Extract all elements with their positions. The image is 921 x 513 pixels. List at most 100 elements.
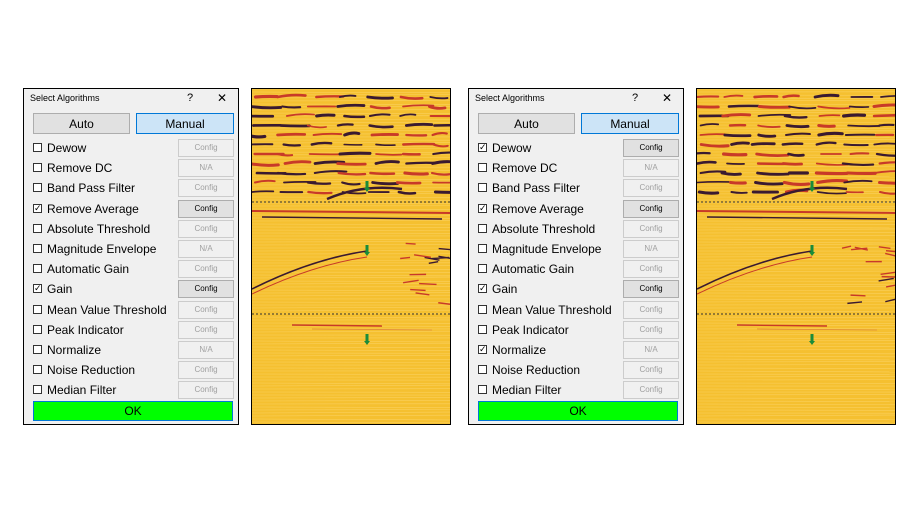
checkbox-icon[interactable] (478, 244, 487, 253)
reflection-band (754, 181, 784, 186)
reflection-band (282, 143, 302, 147)
reflection-band (814, 171, 849, 176)
checkbox-icon[interactable]: ✓ (478, 345, 487, 354)
help-icon[interactable]: ? (182, 90, 198, 106)
algorithm-row[interactable]: ✓ Remove Average Config (24, 199, 238, 219)
algorithm-row[interactable]: Mean Value Threshold Config (24, 300, 238, 320)
algorithm-row[interactable]: Median Filter Config (24, 380, 238, 400)
checkbox-icon[interactable] (478, 183, 487, 193)
algorithm-row[interactable]: Normalize N/A (24, 340, 238, 360)
checkbox-icon[interactable] (478, 223, 487, 233)
algorithm-label: Normalize (492, 343, 547, 357)
reflection-band (697, 180, 730, 184)
algorithm-label: Automatic Gain (47, 262, 130, 277)
config-button: Config (178, 179, 234, 198)
algorithm-row[interactable]: Mean Value Threshold Config (469, 300, 683, 320)
algorithm-row[interactable]: Peak Indicator Config (469, 320, 683, 340)
algorithm-row[interactable]: Absolute Threshold Config (24, 219, 238, 239)
checkbox-icon[interactable] (478, 163, 487, 173)
config-button: Config (623, 179, 679, 198)
algorithm-label: Remove Average (492, 201, 584, 216)
config-button[interactable]: Config (623, 280, 679, 299)
reflection-band (699, 143, 730, 148)
algorithm-row[interactable]: ✓ Dewow Config (469, 138, 683, 158)
algorithm-row[interactable]: Band Pass Filter Config (469, 178, 683, 198)
checkbox-icon[interactable] (33, 324, 42, 334)
checkbox-icon[interactable] (33, 163, 42, 173)
algorithm-row[interactable]: Remove DC N/A (469, 158, 683, 178)
checkbox-icon[interactable]: ✓ (478, 284, 487, 294)
checkbox-icon[interactable]: ✓ (478, 203, 487, 213)
reflection-band (395, 181, 422, 185)
config-button[interactable]: Config (623, 199, 679, 218)
algorithm-label: Peak Indicator (47, 322, 124, 337)
auto-button[interactable]: Auto (33, 113, 130, 134)
reflection-band (697, 105, 720, 109)
checkbox-icon[interactable] (33, 223, 42, 233)
checkbox-icon[interactable] (33, 183, 42, 193)
checkbox-icon[interactable] (478, 264, 487, 274)
reflection-band (757, 105, 791, 109)
ok-button[interactable]: OK (478, 401, 678, 421)
checkbox-icon[interactable]: ✓ (478, 143, 487, 152)
na-button: N/A (178, 159, 234, 178)
algorithm-row[interactable]: Noise Reduction Config (24, 360, 238, 380)
algorithm-row[interactable]: ✓ Gain Config (469, 279, 683, 299)
checkbox-icon[interactable] (478, 324, 487, 334)
checkbox-icon[interactable] (33, 304, 42, 314)
algorithm-row[interactable]: Remove DC N/A (24, 158, 238, 178)
checkbox-icon[interactable]: ✓ (33, 284, 42, 294)
config-button[interactable]: Config (178, 280, 234, 299)
algorithm-label: Dewow (47, 141, 87, 155)
checkbox-icon[interactable] (33, 365, 42, 375)
algorithm-row[interactable]: Automatic Gain Config (469, 259, 683, 279)
algorithm-row[interactable]: ✓ Gain Config (24, 279, 238, 299)
checkbox-icon[interactable] (33, 244, 42, 253)
algorithm-label: Gain (47, 282, 73, 297)
config-button[interactable]: Config (178, 199, 234, 218)
checkbox-icon[interactable] (33, 143, 42, 152)
manual-button[interactable]: Manual (136, 113, 234, 134)
ok-button[interactable]: OK (33, 401, 233, 421)
reflection-band (782, 180, 811, 186)
algorithm-row[interactable]: Band Pass Filter Config (24, 178, 238, 198)
algorithm-row[interactable]: Median Filter Config (469, 380, 683, 400)
reflection-band (307, 190, 333, 195)
algorithm-label: Noise Reduction (492, 363, 581, 378)
reflection-band (312, 132, 343, 136)
reflection-band (720, 171, 742, 176)
help-icon[interactable]: ? (627, 90, 643, 106)
algorithm-row[interactable]: ✓ Normalize N/A (469, 340, 683, 360)
reflection-band (306, 181, 332, 185)
config-button: Config (178, 320, 234, 339)
algorithm-row[interactable]: Peak Indicator Config (24, 320, 238, 340)
reflection-band (697, 160, 717, 165)
reflection-band (370, 132, 399, 137)
checkbox-icon[interactable] (478, 304, 487, 314)
algorithm-label: Magnitude Envelope (47, 242, 157, 256)
config-button: Config (623, 320, 679, 339)
config-button[interactable]: Config (623, 139, 679, 157)
checkbox-icon[interactable]: ✓ (33, 203, 42, 213)
algorithm-row[interactable]: Noise Reduction Config (469, 360, 683, 380)
checkbox-icon[interactable] (33, 385, 42, 395)
auto-button[interactable]: Auto (478, 113, 575, 134)
reflection-band (375, 153, 403, 156)
algorithm-row[interactable]: Automatic Gain Config (24, 259, 238, 279)
checkbox-icon[interactable] (478, 365, 487, 375)
checkbox-icon[interactable] (478, 385, 487, 395)
reflection-band (873, 142, 895, 146)
algorithm-row[interactable]: ✓ Remove Average Config (469, 199, 683, 219)
checkbox-icon[interactable] (33, 345, 42, 354)
reflection-band (730, 191, 748, 194)
close-icon[interactable]: ✕ (214, 90, 230, 106)
checkbox-icon[interactable] (33, 264, 42, 274)
manual-button[interactable]: Manual (581, 113, 679, 134)
close-icon[interactable]: ✕ (659, 90, 675, 106)
algorithm-row[interactable]: Absolute Threshold Config (469, 219, 683, 239)
algorithm-row[interactable]: Magnitude Envelope N/A (469, 239, 683, 259)
algorithm-row[interactable]: Magnitude Envelope N/A (24, 239, 238, 259)
marker-icon (810, 334, 814, 341)
algorithm-row[interactable]: Dewow Config (24, 138, 238, 158)
marker-icon (365, 181, 369, 188)
